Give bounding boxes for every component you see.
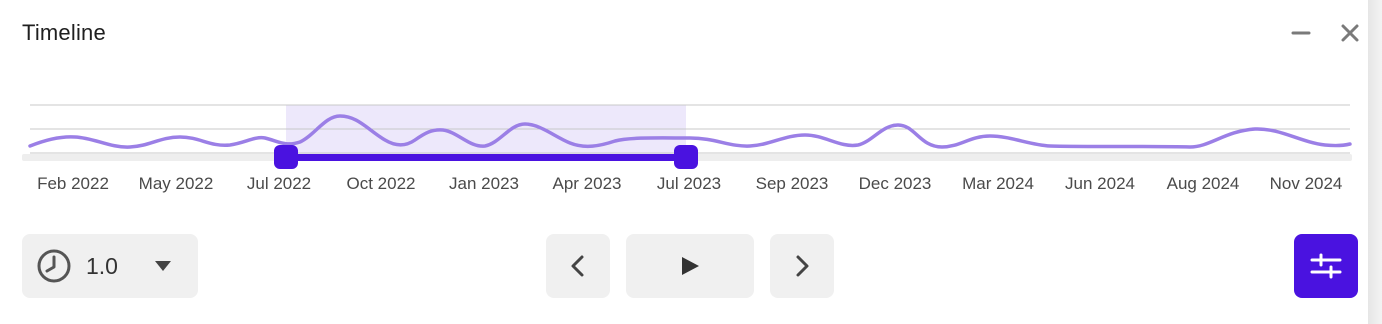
close-icon <box>1341 24 1359 42</box>
axis-label: Nov 2024 <box>1269 174 1343 193</box>
axis-label: Dec 2023 <box>858 174 932 193</box>
selected-range-bar <box>286 154 686 161</box>
timeline-panel: Timeline Feb 2022 May 2022 Jul 2022 Oct … <box>0 0 1368 324</box>
close-button[interactable] <box>1337 20 1363 46</box>
axis-label: Oct 2022 <box>346 174 416 193</box>
timeline-chart[interactable]: Feb 2022 May 2022 Jul 2022 Oct 2022 Jan … <box>0 90 1368 200</box>
chevron-right-icon <box>796 255 809 277</box>
axis-label: Aug 2024 <box>1166 174 1240 193</box>
minimize-button[interactable] <box>1288 20 1314 46</box>
next-button[interactable] <box>770 234 834 298</box>
previous-button[interactable] <box>546 234 610 298</box>
play-icon <box>682 257 699 275</box>
axis-label: Jul 2022 <box>246 174 312 193</box>
axis-label: Mar 2024 <box>962 174 1034 193</box>
playback-speed-value: 1.0 <box>86 252 118 279</box>
timeline-settings-button[interactable] <box>1294 234 1358 298</box>
activity-wave <box>28 114 1352 149</box>
caret-down-icon <box>154 261 171 271</box>
axis-label: Sep 2023 <box>755 174 829 193</box>
axis-label: May 2022 <box>138 174 214 193</box>
axis-label: Jun 2024 <box>1065 174 1135 193</box>
axis-label: Jul 2023 <box>656 174 722 193</box>
play-button[interactable] <box>626 234 754 298</box>
minimize-icon <box>1291 31 1311 35</box>
axis-label: Feb 2022 <box>37 174 109 193</box>
range-end-handle[interactable] <box>674 145 698 169</box>
sliders-icon <box>1310 253 1342 279</box>
chevron-left-icon <box>571 255 584 277</box>
range-start-handle[interactable] <box>274 145 298 169</box>
playback-speed-dropdown[interactable]: 1.0 <box>22 234 198 298</box>
axis-label: Jan 2023 <box>449 174 519 193</box>
panel-title: Timeline <box>22 20 106 45</box>
clock-icon <box>37 249 71 283</box>
window-edge <box>1368 0 1382 324</box>
axis-label: Apr 2023 <box>552 174 622 193</box>
